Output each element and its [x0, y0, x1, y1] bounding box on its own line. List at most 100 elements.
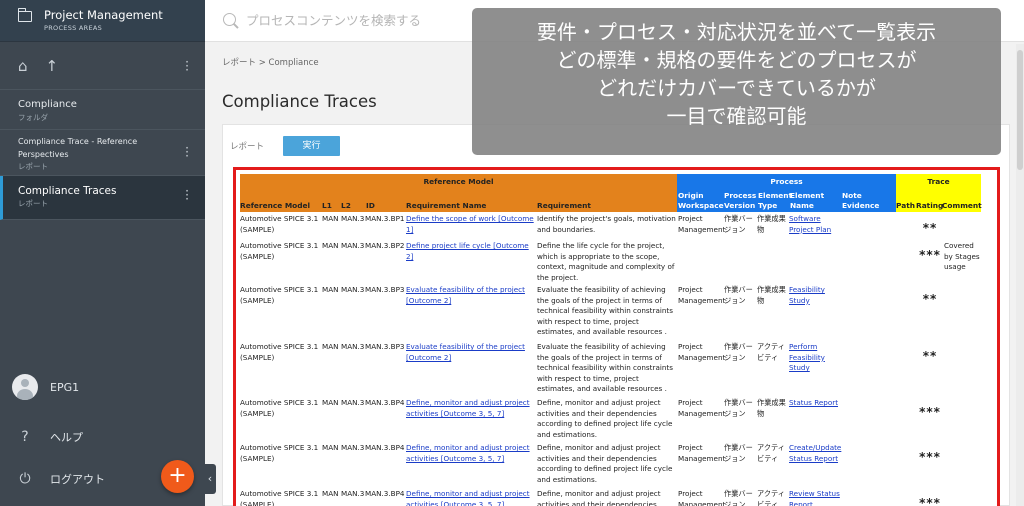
cell-rname[interactable]: Define the scope of work [Outcome 1]: [406, 214, 536, 235]
help-link[interactable]: ? ヘルプ: [0, 416, 205, 458]
report-label: レポート: [230, 142, 265, 152]
cell-req: Identify the project's goals, motivation…: [537, 214, 676, 234]
group-header-label: Reference Model: [423, 177, 494, 186]
cell-ename[interactable]: Create/Update Status Report: [789, 443, 841, 464]
cell-id: MAN.3.BP4: [365, 489, 405, 498]
cell-etype: 作業成果物: [757, 398, 786, 418]
cell-l1: MAN: [322, 443, 339, 452]
cell-id: MAN.3.BP1: [365, 214, 405, 223]
cell-ref: Automotive SPICE 3.1 (SAMPLE): [240, 241, 319, 261]
more-icon[interactable]: · · ·: [185, 185, 189, 205]
cell-ename[interactable]: Feasibility Study: [789, 285, 841, 306]
page-scrollbar[interactable]: [1016, 44, 1024, 506]
page-title: Compliance Traces: [222, 92, 377, 111]
sidebar-item-label: Compliance Traces: [18, 185, 117, 197]
cell-origin: Project Management: [678, 489, 726, 506]
cell-ref: Automotive SPICE 3.1 (SAMPLE): [240, 285, 319, 305]
cell-etype: アクティビティ: [757, 489, 785, 506]
column-header-process-version: Process Version: [724, 191, 757, 210]
cell-l2: MAN.3: [341, 342, 365, 351]
run-button[interactable]: 実行: [283, 136, 340, 156]
cell-ref: Automotive SPICE 3.1 (SAMPLE): [240, 214, 319, 234]
cell-rname[interactable]: Define, monitor and adjust project activ…: [406, 398, 536, 419]
explanation-overlay: 要件・プロセス・対応状況を並べて一覧表示 どの標準・規格の要件をどのプロセスが …: [472, 8, 1001, 155]
column-header-l2: L2: [341, 201, 351, 210]
cell-l1: MAN: [322, 398, 339, 407]
cell-origin: Project Management: [678, 443, 726, 463]
help-label: ヘルプ: [50, 431, 83, 444]
cell-rname[interactable]: Define, monitor and adjust project activ…: [406, 443, 536, 464]
home-icon[interactable]: ⌂: [18, 57, 28, 75]
cell-id: MAN.3.BP2: [365, 241, 405, 250]
up-arrow-icon[interactable]: ↑: [46, 57, 59, 75]
sidebar-item-type: レポート: [18, 199, 48, 208]
cell-l1: MAN: [322, 489, 339, 498]
cell-l2: MAN.3: [341, 398, 365, 407]
cell-id: MAN.3.BP3: [365, 285, 405, 294]
cell-rname[interactable]: Define project life cycle [Outcome 2]: [406, 241, 536, 262]
cell-ename[interactable]: Software Project Plan: [789, 214, 841, 235]
cell-id: MAN.3.BP4: [365, 398, 405, 407]
sidebar-item-compliance-traces[interactable]: Compliance Traces レポート · · ·: [0, 176, 205, 220]
overlay-line: どの標準・規格の要件をどのプロセスが: [556, 48, 917, 72]
sidebar-item-type: レポート: [18, 162, 48, 171]
cell-rname[interactable]: Define, monitor and adjust project activ…: [406, 489, 536, 506]
cell-l1: MAN: [322, 214, 339, 223]
cell-origin: Project Management: [678, 285, 726, 305]
user-menu[interactable]: EPG1: [0, 366, 205, 408]
cell-rname[interactable]: Evaluate feasibility of the project [Out…: [406, 285, 536, 306]
collapse-sidebar-button[interactable]: ‹: [204, 464, 216, 494]
cell-pver: 作業バージョン: [724, 443, 753, 463]
cell-rating: ***: [919, 405, 941, 419]
more-icon[interactable]: · · ·: [185, 56, 189, 76]
cell-ref: Automotive SPICE 3.1 (SAMPLE): [240, 342, 319, 362]
cell-comment: Covered by Stages usage: [944, 241, 980, 272]
cell-origin: Project Management: [678, 214, 726, 234]
cell-id: MAN.3.BP3: [365, 342, 405, 351]
cell-rating: **: [922, 292, 938, 306]
cell-rname[interactable]: Evaluate feasibility of the project [Out…: [406, 342, 536, 363]
avatar: [12, 374, 38, 400]
column-header-requirement-name: Requirement Name: [406, 201, 487, 210]
group-header-label: Trace: [927, 177, 950, 186]
search-box[interactable]: プロセスコンテンツを検索する: [223, 10, 421, 29]
cell-l2: MAN.3: [341, 241, 365, 250]
scrollbar-thumb[interactable]: [1017, 50, 1023, 170]
cell-l1: MAN: [322, 285, 339, 294]
sidebar-header[interactable]: Project Management PROCESS AREAS: [0, 0, 205, 42]
cell-ename[interactable]: Review Status Report: [789, 489, 841, 506]
more-icon[interactable]: · · ·: [185, 142, 189, 162]
help-icon: ?: [21, 429, 29, 445]
overlay-line: 要件・プロセス・対応状況を並べて一覧表示: [536, 20, 937, 44]
cell-l1: MAN: [322, 241, 339, 250]
cell-pver: 作業バージョン: [724, 214, 753, 234]
add-button[interactable]: +: [161, 460, 194, 493]
cell-ref: Automotive SPICE 3.1 (SAMPLE): [240, 489, 319, 506]
cell-req: Define the life cycle for the project, w…: [537, 241, 675, 282]
cell-pver: 作業バージョン: [724, 489, 753, 506]
cell-rating: **: [922, 349, 938, 363]
cell-ename[interactable]: Status Report: [789, 398, 841, 409]
process-area-title: Project Management: [44, 8, 163, 22]
cell-ename[interactable]: Perform Feasibility Study: [789, 342, 841, 374]
cell-req: Evaluate the feasibility of achieving th…: [537, 285, 673, 337]
cell-ref: Automotive SPICE 3.1 (SAMPLE): [240, 398, 319, 418]
sidebar-item-compliance-trace-reference[interactable]: Compliance Trace - Reference Perspective…: [0, 130, 205, 176]
cell-req: Define, monitor and adjust project activ…: [537, 443, 673, 484]
sidebar-item-label: Compliance Trace - Reference Perspective…: [18, 137, 138, 159]
cell-id: MAN.3.BP4: [365, 443, 405, 452]
cell-req: Evaluate the feasibility of achieving th…: [537, 342, 673, 394]
column-header-requirement: Requirement: [537, 201, 591, 210]
breadcrumb[interactable]: レポート > Compliance: [222, 56, 319, 68]
search-input[interactable]: プロセスコンテンツを検索する: [246, 10, 421, 29]
column-header-id: ID: [366, 201, 375, 210]
cell-rating: ***: [919, 496, 941, 506]
column-header-element-type: Element Type: [758, 191, 793, 210]
sidebar-item-compliance[interactable]: Compliance フォルダ: [0, 90, 205, 130]
folder-icon: [17, 8, 32, 22]
cell-l2: MAN.3: [341, 443, 365, 452]
cell-etype: アクティビティ: [757, 443, 785, 463]
cell-etype: アクティビティ: [757, 342, 785, 362]
cell-l1: MAN: [322, 342, 339, 351]
cell-l2: MAN.3: [341, 285, 365, 294]
